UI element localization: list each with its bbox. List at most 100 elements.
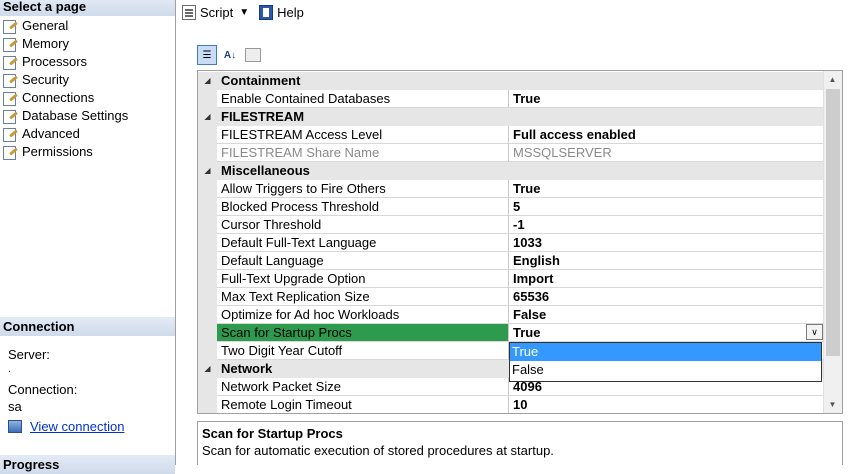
category-name: Network bbox=[221, 361, 273, 376]
value-dropdown-list: True False bbox=[509, 342, 822, 382]
property-name[interactable]: Scan for Startup Procs bbox=[217, 324, 509, 342]
property-value-text: 65536 bbox=[513, 289, 550, 304]
property-value[interactable]: True bbox=[509, 90, 824, 108]
property-row[interactable]: Scan for Startup Procs True ∨ bbox=[198, 324, 824, 342]
alphabetical-sort-icon[interactable]: A↓ bbox=[220, 45, 240, 65]
property-row[interactable]: Full-Text Upgrade Option Import bbox=[198, 270, 824, 288]
property-name[interactable]: Enable Contained Databases bbox=[217, 90, 509, 108]
sidebar-item-processors[interactable]: Processors bbox=[2, 53, 128, 71]
property-name[interactable]: Default Language bbox=[217, 252, 509, 270]
dropdown-option-true[interactable]: True bbox=[510, 343, 821, 361]
property-row[interactable]: Remote Login Timeout 10 bbox=[198, 396, 824, 413]
collapse-icon[interactable]: ◢ bbox=[198, 108, 217, 126]
property-name[interactable]: Full-Text Upgrade Option bbox=[217, 270, 509, 288]
sidebar-item-database-settings[interactable]: Database Settings bbox=[2, 107, 128, 125]
property-name[interactable]: Remote Login Timeout bbox=[217, 396, 509, 413]
property-name[interactable]: Two Digit Year Cutoff bbox=[217, 342, 509, 360]
property-row[interactable]: FILESTREAM Share Name MSSQLSERVER bbox=[198, 144, 824, 162]
property-value[interactable]: English bbox=[509, 252, 824, 270]
category-name: FILESTREAM bbox=[221, 109, 305, 124]
property-row[interactable]: Default Language English bbox=[198, 252, 824, 270]
property-name[interactable]: Allow Triggers to Fire Others bbox=[217, 180, 509, 198]
property-row[interactable]: Optimize for Ad hoc Workloads False bbox=[198, 306, 824, 324]
dropdown-option-false[interactable]: False bbox=[510, 361, 821, 379]
property-value[interactable]: Import bbox=[509, 270, 824, 288]
property-row[interactable]: Enable Contained Databases True bbox=[198, 90, 824, 108]
page-settings-icon bbox=[2, 55, 18, 70]
property-value[interactable]: Full access enabled bbox=[509, 126, 824, 144]
scroll-down-icon[interactable]: ▼ bbox=[824, 396, 841, 413]
description-panel: Scan for Startup Procs Scan for automati… bbox=[197, 421, 843, 465]
help-button[interactable]: Help bbox=[259, 4, 304, 20]
property-row[interactable]: Cursor Threshold -1 bbox=[198, 216, 824, 234]
property-name[interactable]: Network Packet Size bbox=[217, 378, 509, 396]
property-value[interactable]: MSSQLSERVER bbox=[509, 144, 824, 162]
sidebar-item-advanced[interactable]: Advanced bbox=[2, 125, 128, 143]
property-name[interactable]: Default Full-Text Language bbox=[217, 234, 509, 252]
sidebar: Select a page General Memory Processors Sec… bbox=[0, 0, 176, 474]
chevron-down-icon[interactable]: ∨ bbox=[806, 324, 823, 340]
property-value-text: True bbox=[513, 325, 541, 340]
property-value[interactable]: True ∨ bbox=[509, 324, 824, 342]
property-row[interactable]: Max Text Replication Size 65536 bbox=[198, 288, 824, 306]
scroll-up-icon[interactable]: ▲ bbox=[824, 71, 841, 88]
collapse-icon[interactable]: ◢ bbox=[198, 162, 217, 180]
property-row[interactable]: FILESTREAM Access Level Full access enabl… bbox=[198, 126, 824, 144]
categorized-icon[interactable]: ☰ bbox=[197, 45, 217, 65]
property-row[interactable]: Allow Triggers to Fire Others True bbox=[198, 180, 824, 198]
row-gutter bbox=[198, 126, 217, 144]
view-connection-icon[interactable] bbox=[8, 420, 22, 433]
script-dropdown-icon[interactable]: ▼ bbox=[239, 7, 249, 18]
page-settings-icon bbox=[2, 127, 18, 142]
collapse-icon[interactable]: ◢ bbox=[198, 360, 217, 378]
row-gutter bbox=[198, 216, 217, 234]
property-name[interactable]: FILESTREAM Access Level bbox=[217, 126, 509, 144]
property-name[interactable]: Cursor Threshold bbox=[217, 216, 509, 234]
property-name[interactable]: FILESTREAM Share Name bbox=[217, 144, 509, 162]
page-settings-icon bbox=[2, 73, 18, 88]
server-label: Server: bbox=[8, 347, 50, 362]
page-settings-icon bbox=[2, 145, 18, 160]
page-settings-icon bbox=[2, 19, 18, 34]
script-icon bbox=[182, 4, 196, 20]
property-name[interactable]: Optimize for Ad hoc Workloads bbox=[217, 306, 509, 324]
server-value: . bbox=[8, 363, 12, 375]
sidebar-item-memory[interactable]: Memory bbox=[2, 35, 128, 53]
view-connection-link[interactable]: View connection bbox=[30, 419, 124, 434]
property-value[interactable]: 1033 bbox=[509, 234, 824, 252]
sidebar-item-label: General bbox=[22, 18, 69, 33]
property-row[interactable]: Default Full-Text Language 1033 bbox=[198, 234, 824, 252]
property-value[interactable]: 65536 bbox=[509, 288, 824, 306]
row-gutter bbox=[198, 306, 217, 324]
property-row[interactable]: Blocked Process Threshold 5 bbox=[198, 198, 824, 216]
property-value-text: 5 bbox=[513, 199, 521, 214]
property-value[interactable]: 5 bbox=[509, 198, 824, 216]
vertical-scrollbar[interactable]: ▲ ▼ bbox=[823, 71, 842, 413]
property-value[interactable]: -1 bbox=[509, 216, 824, 234]
script-button[interactable]: Script ▼ bbox=[182, 4, 259, 20]
row-gutter bbox=[198, 90, 217, 108]
property-value-text: 10 bbox=[513, 397, 528, 412]
category-row[interactable]: ◢ Miscellaneous bbox=[198, 162, 824, 180]
property-pages-icon[interactable] bbox=[243, 45, 263, 65]
category-row[interactable]: ◢ Containment bbox=[198, 72, 824, 90]
property-value[interactable]: True bbox=[509, 180, 824, 198]
sidebar-item-general[interactable]: General bbox=[2, 17, 128, 35]
collapse-icon[interactable]: ◢ bbox=[198, 72, 217, 90]
sidebar-item-label: Processors bbox=[22, 54, 88, 69]
property-value-text: English bbox=[513, 253, 560, 268]
description-text: Scan for automatic execution of stored p… bbox=[202, 443, 554, 458]
scrollbar-thumb[interactable] bbox=[826, 89, 840, 356]
property-value[interactable]: False bbox=[509, 306, 824, 324]
sidebar-item-connections[interactable]: Connections bbox=[2, 89, 128, 107]
category-row[interactable]: ◢ FILESTREAM bbox=[198, 108, 824, 126]
sidebar-item-security[interactable]: Security bbox=[2, 71, 128, 89]
description-title: Scan for Startup Procs bbox=[202, 426, 343, 441]
connection-label: Connection: bbox=[8, 382, 78, 397]
sidebar-item-permissions[interactable]: Permissions bbox=[2, 143, 128, 161]
property-name[interactable]: Max Text Replication Size bbox=[217, 288, 509, 306]
sidebar-item-label: Connections bbox=[22, 90, 95, 105]
property-name[interactable]: Blocked Process Threshold bbox=[217, 198, 509, 216]
property-value-text: False bbox=[513, 307, 547, 322]
property-value[interactable]: 10 bbox=[509, 396, 824, 413]
